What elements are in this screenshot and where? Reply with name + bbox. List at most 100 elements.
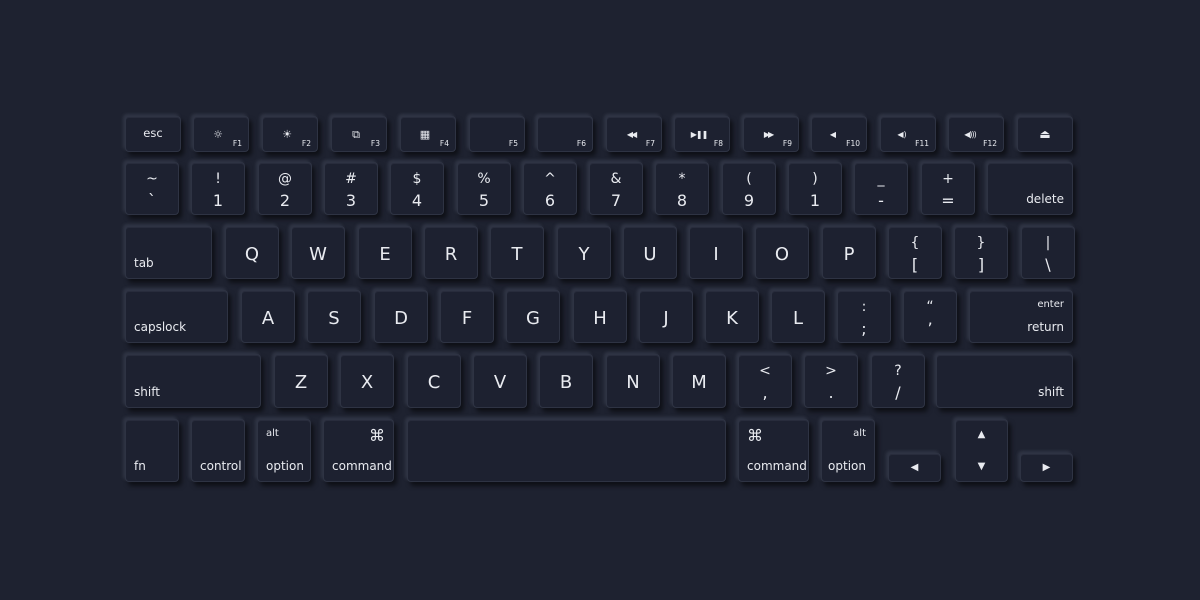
letter-key[interactable]: S (307, 290, 361, 343)
letter-key[interactable]: V (473, 354, 527, 408)
letter-key[interactable]: P (822, 226, 876, 279)
f11-key[interactable]: ◀) F11 (880, 116, 936, 152)
number-key[interactable]: @2 (258, 162, 312, 215)
symbol-key[interactable]: }] (954, 226, 1008, 279)
letter-key[interactable]: A (241, 290, 295, 343)
symbol-key[interactable]: <, (738, 354, 792, 408)
letter-label: X (360, 372, 374, 393)
capslock-key[interactable]: capslock (125, 290, 228, 343)
up-down-arrow-key[interactable]: ▲ ▼ (955, 419, 1008, 482)
letter-key[interactable]: H (573, 290, 627, 343)
f7-key[interactable]: ◀◀ F7 (606, 116, 662, 152)
shift-symbol-label: * (678, 171, 686, 187)
letter-label: M (691, 372, 707, 393)
f3-key[interactable]: ⧉ F3 (331, 116, 387, 152)
f8-key[interactable]: ▶❚❚ F8 (674, 116, 730, 152)
letter-key[interactable]: B (539, 354, 593, 408)
letter-key[interactable]: D (374, 290, 428, 343)
letter-key[interactable]: M (672, 354, 726, 408)
right-command-key[interactable]: ⌘ command (738, 419, 809, 482)
left-shift-key[interactable]: shift (125, 354, 261, 408)
left-arrow-key[interactable]: ◀ (888, 453, 941, 482)
right-arrow-key[interactable]: ▶ (1020, 453, 1073, 482)
letter-label: H (593, 308, 607, 329)
letter-label: J (663, 308, 669, 329)
esc-key[interactable]: esc (125, 116, 181, 152)
tab-key[interactable]: tab (125, 226, 212, 279)
f12-label: F12 (983, 138, 997, 148)
f12-key[interactable]: ◀))) F12 (948, 116, 1004, 152)
f10-key[interactable]: ◀ F10 (811, 116, 867, 152)
letter-label: Q (244, 244, 260, 265)
f7-label: F7 (645, 138, 655, 148)
letter-key[interactable]: T (490, 226, 544, 279)
primary-symbol-label: ; (861, 319, 867, 338)
number-key[interactable]: + = (921, 162, 975, 215)
f2-label: F2 (301, 138, 311, 148)
eject-key[interactable]: ⏏ (1017, 116, 1073, 152)
letter-key[interactable]: U (623, 226, 677, 279)
shift-symbol-label: ? (894, 363, 902, 379)
number-key[interactable]: ! 1 (191, 162, 245, 215)
letter-key[interactable]: R (424, 226, 478, 279)
f6-key[interactable]: F6 (537, 116, 593, 152)
symbol-key[interactable]: :; (837, 290, 891, 343)
number-key[interactable]: #3 (324, 162, 378, 215)
symbol-key[interactable]: ? / (871, 354, 925, 408)
control-key[interactable]: control (191, 419, 245, 482)
letter-key[interactable]: J (639, 290, 693, 343)
number-key[interactable]: $4 (390, 162, 444, 215)
letter-key[interactable]: W (291, 226, 345, 279)
letter-key[interactable]: C (407, 354, 461, 408)
fast-forward-icon: ▶▶ (763, 130, 774, 139)
left-option-key[interactable]: alt option (257, 419, 311, 482)
primary-symbol-label: ` (148, 191, 156, 210)
delete-key[interactable]: delete (987, 162, 1073, 215)
volume-down-icon: ◀) (897, 130, 907, 139)
f2-key[interactable]: ☀ F2 (262, 116, 318, 152)
letter-key[interactable]: Q (225, 226, 279, 279)
number-key[interactable]: _ - (854, 162, 908, 215)
capslock-label: capslock (134, 320, 187, 334)
number-key[interactable]: % 5 (457, 162, 511, 215)
shift-symbol-label: : (861, 299, 867, 315)
letter-key[interactable]: G (506, 290, 560, 343)
symbol-key[interactable]: | \ (1021, 226, 1075, 279)
f1-key[interactable]: ☼ F1 (193, 116, 249, 152)
letter-key[interactable]: N (606, 354, 660, 408)
letter-key[interactable]: I (689, 226, 743, 279)
number-key[interactable]: (9 (722, 162, 776, 215)
spacebar[interactable] (407, 419, 726, 482)
shift-symbol-label: ~ (146, 171, 158, 187)
f4-key[interactable]: ▦ F4 (400, 116, 456, 152)
letter-key[interactable]: Y (557, 226, 611, 279)
letter-key[interactable]: Z (274, 354, 328, 408)
letter-key[interactable]: X (340, 354, 394, 408)
symbol-key[interactable]: {[ (888, 226, 942, 279)
letter-key[interactable]: L (771, 290, 825, 343)
letter-key[interactable]: E (358, 226, 412, 279)
letter-key[interactable]: K (705, 290, 759, 343)
f4-label: F4 (439, 138, 449, 148)
primary-symbol-label: 8 (676, 191, 688, 210)
left-command-key[interactable]: ⌘ command (323, 419, 394, 482)
number-key[interactable]: ~ ` (125, 162, 179, 215)
f5-key[interactable]: F5 (469, 116, 525, 152)
letter-key[interactable]: F (440, 290, 494, 343)
primary-symbol-label: 7 (610, 191, 622, 210)
fn-label: fn (134, 459, 146, 473)
primary-symbol-label: 4 (411, 191, 423, 210)
symbol-key[interactable]: “’ (903, 290, 957, 343)
letter-label: K (726, 308, 738, 329)
right-shift-key[interactable]: shift (936, 354, 1073, 408)
number-key[interactable]: ^ 6 (523, 162, 577, 215)
number-key[interactable]: * 8 (655, 162, 709, 215)
number-key[interactable]: & 7 (589, 162, 643, 215)
right-option-key[interactable]: alt option (821, 419, 875, 482)
fn-key[interactable]: fn (125, 419, 179, 482)
letter-key[interactable]: O (755, 226, 809, 279)
f9-key[interactable]: ▶▶ F9 (743, 116, 799, 152)
symbol-key[interactable]: >. (804, 354, 858, 408)
return-key[interactable]: enter return (969, 290, 1073, 343)
number-key[interactable]: ) 1 (788, 162, 842, 215)
